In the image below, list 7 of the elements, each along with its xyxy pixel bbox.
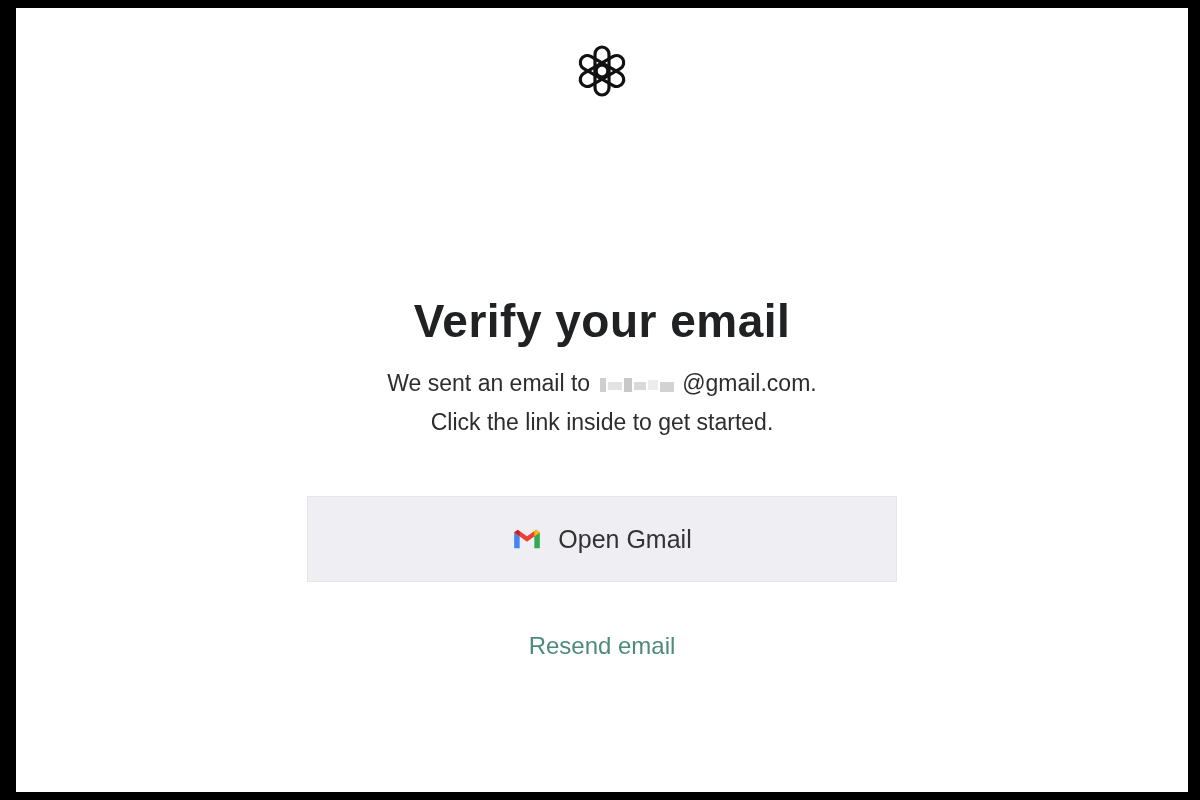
resend-email-link[interactable]: Resend email [528,632,676,660]
email-domain-text: @gmail.com. [682,370,817,397]
page-heading: Verify your email [413,294,791,348]
message-text: We sent an email to [387,370,591,397]
open-gmail-button[interactable]: Open Gmail [307,496,897,582]
instruction-text: Click the link inside to get started. [430,409,774,436]
gmail-icon [512,528,543,550]
